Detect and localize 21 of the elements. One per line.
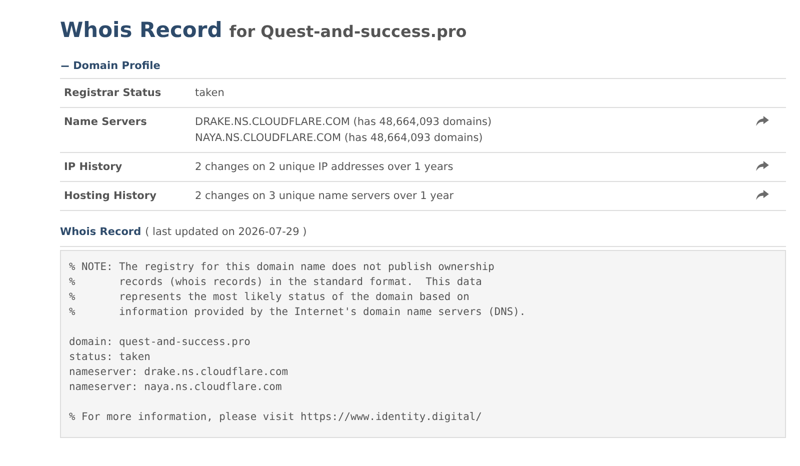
collapse-toggle[interactable]: − <box>60 59 70 73</box>
row-value: NAYA.NS.CLOUDFLARE.COM (has 48,664,093 domains) <box>195 131 484 146</box>
whois-text: % NOTE: The registry for this domain name does not publish ownership % records (whois records) in the standard format. This data % represents the most likely status of the domain based on % information provided by the Internet's domain name servers (DNS). <box>69 260 527 320</box>
whois-text: domain: quest-and-success.pro status: taken nameserver: drake.ns.cloudflare.com nameserver: naya.ns.cloudflare.com <box>69 335 289 395</box>
last-updated: ( last updated on 2026-07-29 ) <box>145 226 307 238</box>
row-label: Registrar Status <box>64 86 162 101</box>
row-label: Hosting History <box>64 189 158 204</box>
row-value: 2 changes on 3 unique name servers over 1 year <box>195 189 455 204</box>
share-arrow-icon[interactable] <box>756 161 769 171</box>
page-title: Whois Record <box>60 18 222 42</box>
share-arrow-icon[interactable] <box>756 190 769 200</box>
row-value: DRAKE.NS.CLOUDFLARE.COM (has 48,664,093 domains) <box>195 115 493 130</box>
row-value: 2 changes on 2 unique IP addresses over 1 years <box>195 160 454 175</box>
row-value: taken <box>195 86 226 101</box>
row-label: Name Servers <box>64 115 148 130</box>
section-title: Whois Record <box>60 226 142 238</box>
row-label: IP History <box>64 160 124 175</box>
whois-text: % For more information, please visit https://www.identity.digital/ <box>69 410 483 425</box>
domain-name: for Quest-and-success.pro <box>229 22 467 41</box>
share-arrow-icon[interactable] <box>756 116 769 126</box>
section-title[interactable]: Domain Profile <box>73 60 160 72</box>
